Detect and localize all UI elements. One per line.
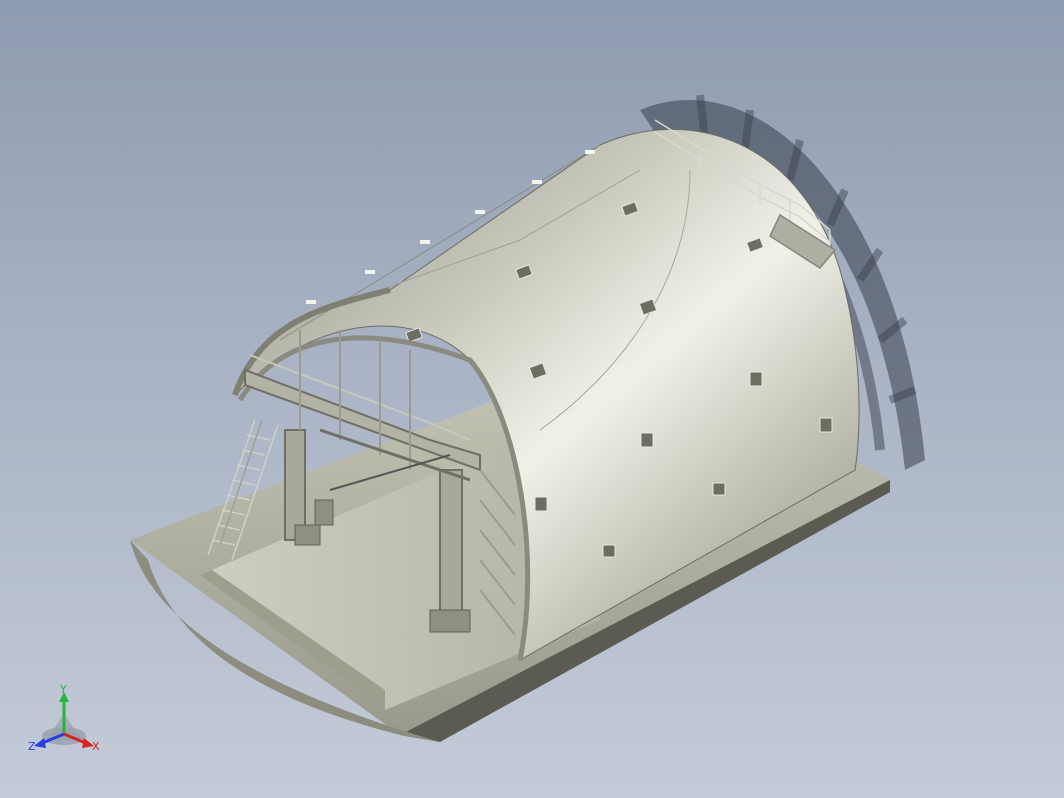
x-axis-label: X (92, 740, 100, 753)
z-axis-label: Z (28, 740, 36, 753)
model-scene[interactable] (0, 0, 1064, 798)
3d-viewport[interactable]: Y X Z (0, 0, 1064, 798)
y-axis-label: Y (59, 684, 67, 696)
axis-triad[interactable]: Y X Z (26, 684, 106, 756)
